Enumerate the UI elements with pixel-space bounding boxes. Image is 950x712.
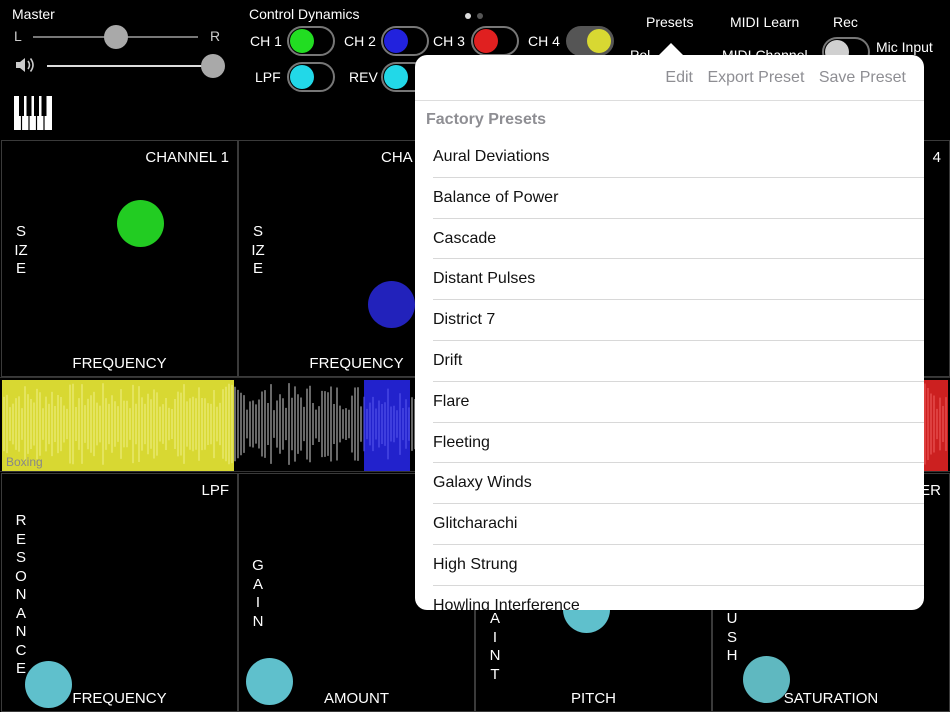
preset-item[interactable]: High Strung: [433, 545, 924, 586]
preset-item[interactable]: Cascade: [433, 219, 924, 260]
speaker-icon: [14, 56, 36, 79]
ch2-toggle[interactable]: [381, 26, 429, 56]
pad-title: LPF: [201, 482, 229, 499]
tab-midi-learn[interactable]: MIDI Learn: [730, 14, 799, 30]
pad-title: 4: [932, 149, 941, 166]
preset-item[interactable]: Balance of Power: [433, 178, 924, 219]
pan-left-label: L: [14, 28, 22, 44]
lpf-pad[interactable]: LPF RESONANCE FREQUENCY: [1, 473, 238, 712]
preset-item[interactable]: Fleeting: [433, 423, 924, 464]
lpf-toggle[interactable]: [287, 62, 335, 92]
channel-1-pad[interactable]: CHANNEL 1 SIZE FREQUENCY: [1, 140, 238, 377]
ch4-toggle[interactable]: [566, 26, 614, 56]
rev-toggle-knob: [384, 65, 408, 89]
pad-y-axis-label: SIZE: [251, 223, 265, 277]
pad-y-axis-label: RESONANCE: [15, 512, 27, 677]
popover-divider: [415, 100, 924, 101]
pad-title: CHANNEL 1: [145, 149, 229, 166]
pan-slider-knob[interactable]: [104, 25, 128, 49]
ch4-toggle-label: CH 4: [528, 33, 560, 49]
page-indicator[interactable]: [465, 6, 489, 24]
preset-item[interactable]: Howling Interference: [433, 586, 924, 610]
save-preset-button[interactable]: Save Preset: [819, 69, 906, 86]
channel-1-control-dot[interactable]: [117, 200, 164, 247]
volume-slider-track[interactable]: [47, 65, 212, 67]
ch3-toggle[interactable]: [471, 26, 519, 56]
ch2-toggle-knob: [384, 29, 408, 53]
mic-input-label: Mic Input: [876, 39, 933, 55]
preset-item[interactable]: Distant Pulses: [433, 259, 924, 301]
master-label: Master: [12, 6, 55, 22]
piano-keyboard-icon[interactable]: [14, 96, 52, 135]
pad-title: CHA: [381, 149, 413, 166]
presets-popover: Edit Export Preset Save Preset Factory P…: [415, 55, 924, 610]
preset-item[interactable]: District 7: [433, 300, 924, 341]
pad-y-axis-label: SIZE: [14, 223, 28, 277]
ch1-toggle[interactable]: [287, 26, 335, 56]
tab-presets[interactable]: Presets: [646, 14, 693, 30]
ch1-toggle-knob: [290, 29, 314, 53]
preset-item[interactable]: Aural Deviations: [433, 137, 924, 178]
preset-item[interactable]: Glitcharachi: [433, 504, 924, 545]
tab-rec[interactable]: Rec: [833, 14, 858, 30]
pad-x-axis-label: PITCH: [571, 690, 616, 707]
volume-slider-knob[interactable]: [201, 54, 225, 78]
preset-list[interactable]: Aural Deviations Balance of Power Cascad…: [433, 137, 924, 610]
reverb-control-dot[interactable]: [246, 658, 293, 705]
lpf-toggle-knob: [290, 65, 314, 89]
pad-y-axis-label: GAIN: [252, 557, 264, 630]
ch3-toggle-knob: [474, 29, 498, 53]
control-dynamics-label: Control Dynamics: [249, 6, 360, 22]
page-dot: [477, 13, 483, 19]
preset-item[interactable]: Galaxy Winds: [433, 463, 924, 505]
popover-actions: Edit Export Preset Save Preset: [655, 69, 906, 87]
lpf-control-dot[interactable]: [25, 661, 72, 708]
rev-toggle-label: REV: [349, 69, 378, 85]
pad-y-axis-label: USH: [726, 610, 738, 664]
saturation-control-dot[interactable]: [743, 656, 790, 703]
channel-2-control-dot[interactable]: [368, 281, 415, 328]
ch3-toggle-label: CH 3: [433, 33, 465, 49]
preset-item[interactable]: Flare: [433, 382, 924, 423]
ch2-toggle-label: CH 2: [344, 33, 376, 49]
waveform-sample-label: Boxing: [6, 455, 43, 469]
page-dot-active: [465, 13, 471, 19]
factory-presets-header: Factory Presets: [426, 111, 547, 128]
pan-right-label: R: [210, 28, 221, 44]
preset-item[interactable]: Drift: [433, 341, 924, 382]
ch4-toggle-knob: [587, 29, 611, 53]
pad-y-axis-label: AINT: [489, 610, 501, 683]
pad-x-axis-label: FREQUENCY: [72, 355, 167, 372]
ch1-toggle-label: CH 1: [250, 33, 282, 49]
lpf-toggle-label: LPF: [255, 69, 281, 85]
export-preset-button[interactable]: Export Preset: [707, 69, 804, 86]
edit-button[interactable]: Edit: [665, 69, 693, 86]
